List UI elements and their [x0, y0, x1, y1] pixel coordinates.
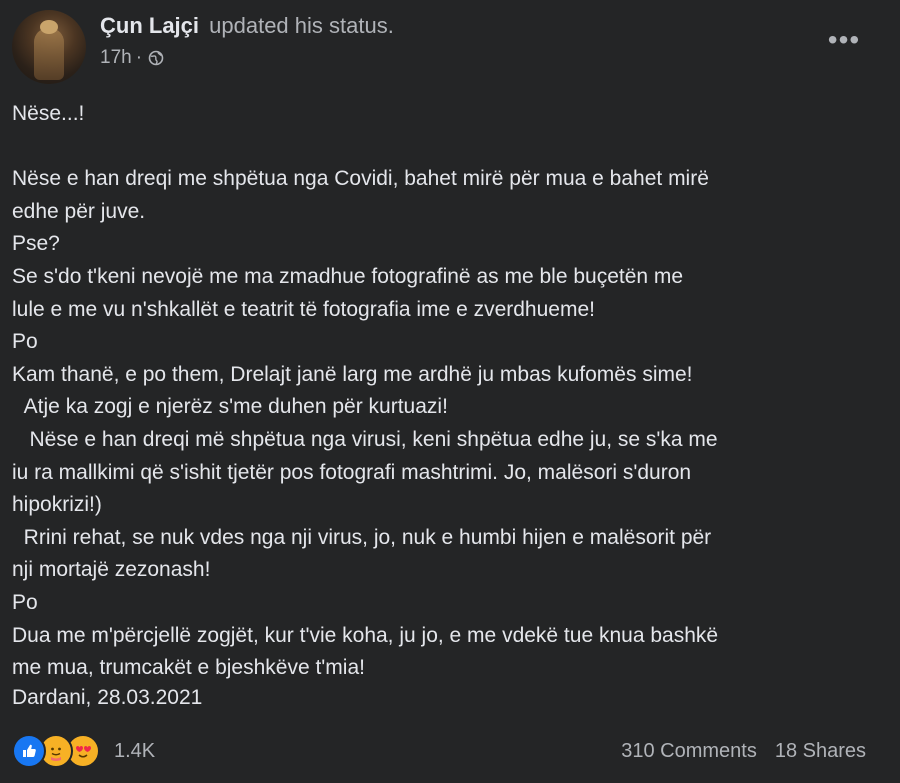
comments-count-link[interactable]: 310 Comments	[621, 736, 757, 766]
avatar-figure	[34, 28, 64, 80]
post-meta: 17h ·	[100, 44, 164, 72]
more-options-icon: •••	[827, 24, 861, 55]
post-body-text: Nëse...! Nëse e han dreqi me shpëtua nga…	[12, 102, 719, 680]
author-avatar[interactable]	[12, 10, 86, 84]
author-name-link[interactable]: Çun Lajçi	[100, 13, 199, 38]
facebook-post: Çun Lajçi updated his status. 17h · ••• …	[0, 0, 900, 783]
reaction-count: 1.4K	[114, 739, 156, 762]
engagement-counts: 310 Comments 18 Shares	[621, 736, 866, 766]
post-timestamp[interactable]: 17h	[100, 44, 132, 72]
shares-count-link[interactable]: 18 Shares	[775, 736, 866, 766]
more-options-button[interactable]: •••	[824, 26, 864, 66]
meta-separator: ·	[135, 47, 143, 68]
public-globe-icon[interactable]	[148, 50, 164, 66]
post-signature: Dardani, 28.03.2021	[12, 686, 203, 709]
status-action-text: updated his status.	[209, 13, 394, 38]
reactions-summary[interactable]: 1.4K	[12, 734, 155, 768]
like-icon	[12, 734, 46, 768]
avatar-hat	[40, 20, 58, 34]
post-header-title: Çun Lajçi updated his status.	[100, 10, 394, 42]
